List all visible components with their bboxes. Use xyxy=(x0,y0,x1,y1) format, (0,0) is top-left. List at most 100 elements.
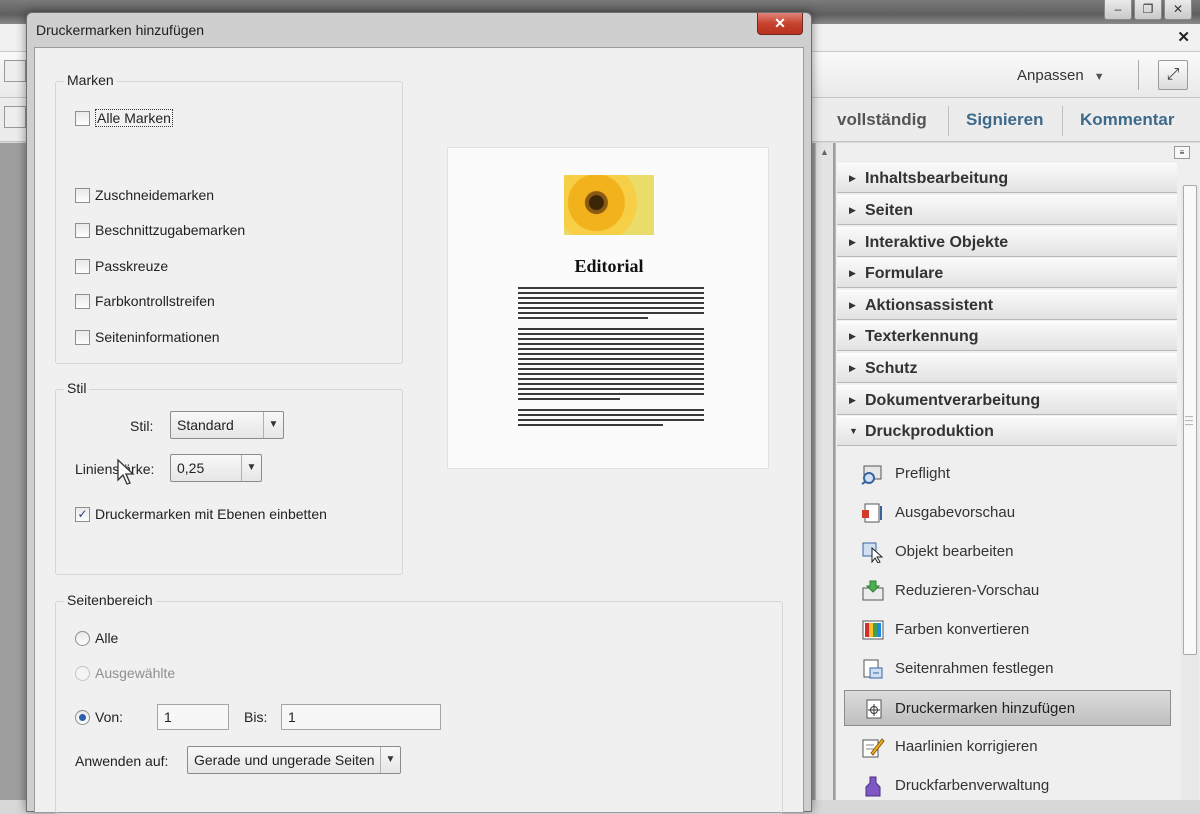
checkbox-label: Seiteninformationen xyxy=(95,329,220,345)
section-inhaltsbearbeitung[interactable]: ▶ Inhaltsbearbeitung xyxy=(837,163,1177,193)
radio-circle[interactable] xyxy=(75,709,90,725)
customize-dropdown[interactable]: Anpassen ▼ xyxy=(1017,67,1105,84)
range-all-radio[interactable]: Alle xyxy=(75,630,118,646)
page-preview: Editorial xyxy=(447,147,769,469)
restore-button[interactable]: ❐ xyxy=(1134,0,1162,20)
apply-to-select[interactable]: Gerade und ungerade Seiten ▼ xyxy=(187,746,401,774)
chevron-down-icon: ▼ xyxy=(380,747,400,773)
checkbox-box[interactable] xyxy=(75,110,90,126)
minimize-button[interactable]: – xyxy=(1104,0,1132,20)
edit-object-icon xyxy=(862,542,884,563)
tool-label: Preflight xyxy=(895,465,951,482)
close-button[interactable]: ✕ xyxy=(1164,0,1192,20)
embed-layers-checkbox[interactable]: ✓ Druckermarken mit Ebenen einbetten xyxy=(75,506,327,522)
section-schutz[interactable]: ▶ Schutz xyxy=(837,353,1177,383)
to-label: Bis: xyxy=(244,709,268,725)
tool-farben-konvertieren[interactable]: Farben konvertieren xyxy=(837,612,1177,648)
section-label: Seiten xyxy=(865,202,914,219)
style-value: Standard xyxy=(177,417,234,433)
bleed-marks-checkbox[interactable]: Beschnittzugabemarken xyxy=(75,222,245,238)
section-druckproduktion[interactable]: ▼ Druckproduktion xyxy=(837,416,1177,446)
tool-label: Druckfarbenverwaltung xyxy=(895,777,1050,794)
convert-colors-icon xyxy=(862,620,884,640)
customize-label: Anpassen xyxy=(1017,67,1084,84)
tool-druckermarken-hinzufuegen[interactable]: Druckermarken hinzufügen xyxy=(844,690,1171,726)
expand-triangle-icon: ▶ xyxy=(849,268,856,278)
preflight-icon xyxy=(861,465,882,485)
page-info-checkbox[interactable]: Seiteninformationen xyxy=(75,329,220,345)
apply-to-label: Anwenden auf: xyxy=(75,753,169,769)
tool-haarlinien-korrigieren[interactable]: Haarlinien korrigieren xyxy=(837,729,1177,765)
tool-reduzieren-vorschau[interactable]: Reduzieren-Vorschau xyxy=(837,573,1177,609)
panel-header: ≡ xyxy=(836,143,1200,163)
tab-comment[interactable]: Kommentar xyxy=(1080,110,1174,130)
expand-triangle-icon: ▶ xyxy=(849,395,856,405)
checkbox-box[interactable]: ✓ xyxy=(75,506,90,522)
tool-label: Reduzieren-Vorschau xyxy=(895,582,1040,599)
style-select[interactable]: Standard ▼ xyxy=(170,411,284,439)
panel-scrollbar[interactable]: — — — xyxy=(1181,185,1199,800)
panel-options-icon[interactable]: ≡ xyxy=(1174,146,1190,159)
checkbox-label: Druckermarken mit Ebenen einbetten xyxy=(95,506,327,522)
section-seiten[interactable]: ▶ Seiten xyxy=(837,195,1177,225)
collapse-triangle-icon: ▼ xyxy=(849,426,858,436)
checkbox-box[interactable] xyxy=(75,258,90,274)
preview-title: Editorial xyxy=(574,256,644,276)
document-scrollbar[interactable]: ▲ xyxy=(815,143,833,800)
expand-icon[interactable]: ⤢ xyxy=(1158,60,1188,90)
flattener-preview-icon xyxy=(862,580,884,601)
radio-circle[interactable] xyxy=(75,665,90,681)
section-label: Interaktive Objekte xyxy=(865,234,1009,251)
section-dokumentverarbeitung[interactable]: ▶ Dokumentverarbeitung xyxy=(837,385,1177,415)
radio-label: Ausgewählte xyxy=(95,665,176,681)
marks-group-title: Marken xyxy=(64,72,117,88)
section-formulare[interactable]: ▶ Formulare xyxy=(837,258,1177,288)
linewidth-select[interactable]: 0,25 ▼ xyxy=(170,454,262,482)
color-bars-checkbox[interactable]: Farbkontrollstreifen xyxy=(75,293,215,309)
zoom-tool-icon[interactable] xyxy=(4,106,26,128)
tool-druckfarbenverwaltung[interactable]: Druckfarbenverwaltung xyxy=(837,768,1177,804)
to-page-input[interactable]: 1 xyxy=(281,704,441,730)
range-selected-radio[interactable]: Ausgewählte xyxy=(75,665,175,681)
tools-panel: ≡ — — — ▶ Inhaltsbearbeitung ▶ Seiten ▶ Inter… xyxy=(835,143,1200,800)
mouse-cursor-icon xyxy=(117,458,135,485)
tab-fill-sign[interactable]: vollständig xyxy=(837,110,927,130)
tool-objekt-bearbeiten[interactable]: Objekt bearbeiten xyxy=(837,534,1177,570)
edit-document-icon[interactable] xyxy=(4,60,26,82)
section-interaktive-objekte[interactable]: ▶ Interaktive Objekte xyxy=(837,227,1177,257)
checkbox-label: Beschnittzugabemarken xyxy=(95,222,246,238)
ink-manager-icon xyxy=(865,776,881,797)
checkbox-box[interactable] xyxy=(75,187,90,203)
from-page-input[interactable]: 1 xyxy=(157,704,229,730)
tool-preflight[interactable]: Preflight xyxy=(837,456,1177,492)
expand-triangle-icon: ▶ xyxy=(849,300,856,310)
crop-marks-checkbox[interactable]: Zuschneidemarken xyxy=(75,187,214,203)
section-label: Texterkennung xyxy=(865,328,979,345)
checkbox-box[interactable] xyxy=(75,329,90,345)
close-document-icon[interactable]: ✕ xyxy=(1177,28,1190,46)
radio-circle[interactable] xyxy=(75,630,90,646)
section-aktionsassistent[interactable]: ▶ Aktionsassistent xyxy=(837,290,1177,320)
tab-sign[interactable]: Signieren xyxy=(966,110,1043,130)
all-marks-checkbox[interactable]: Alle Marken xyxy=(75,109,173,127)
tool-label: Ausgabevorschau xyxy=(895,504,1016,521)
range-from-radio[interactable]: Von: xyxy=(75,709,123,725)
output-preview-icon xyxy=(862,503,882,523)
expand-triangle-icon: ▶ xyxy=(849,205,856,215)
checkbox-box[interactable] xyxy=(75,293,90,309)
registration-marks-checkbox[interactable]: Passkreuze xyxy=(75,258,168,274)
toolbar-divider xyxy=(1138,60,1139,90)
checkbox-label: Alle Marken xyxy=(95,109,173,127)
scroll-up-icon[interactable]: ▲ xyxy=(820,147,829,157)
dialog-close-button[interactable]: ✕ xyxy=(757,13,803,35)
tool-label: Seitenrahmen festlegen xyxy=(895,660,1054,677)
tool-ausgabevorschau[interactable]: Ausgabevorschau xyxy=(837,495,1177,531)
tool-label: Objekt bearbeiten xyxy=(895,543,1014,560)
fix-hairlines-icon xyxy=(862,738,885,758)
section-texterkennung[interactable]: ▶ Texterkennung xyxy=(837,321,1177,351)
tool-label: Haarlinien korrigieren xyxy=(895,738,1038,755)
tool-seitenrahmen-festlegen[interactable]: Seitenrahmen festlegen xyxy=(837,651,1177,687)
linewidth-value: 0,25 xyxy=(177,460,205,476)
checkbox-box[interactable] xyxy=(75,222,90,238)
tool-label: Druckermarken hinzufügen xyxy=(895,700,1076,717)
